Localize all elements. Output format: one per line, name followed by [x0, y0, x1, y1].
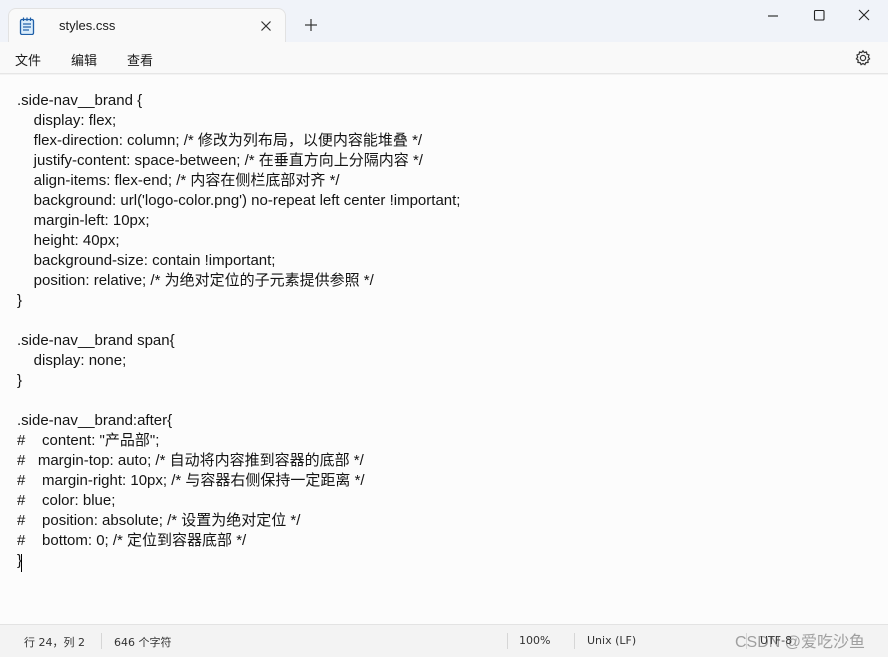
- close-window-button[interactable]: [842, 0, 888, 32]
- gear-icon[interactable]: [854, 49, 872, 67]
- code-line: # bottom: 0; /* 定位到容器底部 */: [17, 532, 247, 549]
- code-line: .side-nav__brand span{: [17, 332, 175, 349]
- watermark: CSDN @爱吃沙鱼: [735, 634, 866, 651]
- text-caret: [21, 554, 22, 572]
- code-line: # margin-right: 10px; /* 与容器右侧保持一定距离 */: [17, 472, 365, 489]
- code-line: # margin-top: auto; /* 自动将内容推到容器的底部 */: [17, 452, 364, 469]
- cursor-position: 行 24，列 2: [24, 636, 85, 649]
- title-bar: styles.css: [0, 0, 888, 42]
- code-line: # position: absolute; /* 设置为绝对定位 */: [17, 512, 301, 529]
- status-divider: [507, 633, 508, 649]
- menu-edit[interactable]: 编辑: [71, 50, 97, 69]
- code-line: justify-content: space-between; /* 在垂直方向…: [17, 152, 423, 169]
- new-tab-icon[interactable]: [303, 17, 319, 33]
- notepad-icon: [19, 17, 35, 39]
- code-line: .side-nav__brand {: [17, 92, 143, 109]
- code-line: display: none;: [17, 352, 127, 369]
- code-line: # content: "产品部";: [17, 432, 160, 449]
- code-line: display: flex;: [17, 112, 117, 129]
- minimize-button[interactable]: [750, 0, 796, 32]
- code-line: background: url('logo-color.png') no-rep…: [17, 192, 461, 209]
- character-count: 646 个字符: [114, 636, 172, 649]
- menu-file[interactable]: 文件: [15, 50, 41, 69]
- text-editor[interactable]: .side-nav__brand { display: flex; flex-d…: [0, 75, 888, 624]
- code-line: background-size: contain !important;: [17, 252, 276, 269]
- code-line: }: [17, 292, 23, 309]
- status-divider: [101, 633, 102, 649]
- tab-styles-css[interactable]: styles.css: [8, 8, 286, 42]
- tab-title: styles.css: [59, 18, 116, 33]
- maximize-button[interactable]: [796, 0, 842, 32]
- menu-view[interactable]: 查看: [127, 50, 153, 69]
- code-line: margin-left: 10px;: [17, 212, 150, 229]
- code-line: align-items: flex-end; /* 内容在侧栏底部对齐 */: [17, 172, 340, 189]
- status-divider: [574, 633, 575, 649]
- close-tab-icon[interactable]: [259, 18, 273, 32]
- code-line: }: [17, 372, 23, 389]
- code-line: # color: blue;: [17, 492, 116, 509]
- code-line: position: relative; /* 为绝对定位的子元素提供参照 */: [17, 272, 374, 289]
- zoom-level[interactable]: 100%: [519, 634, 550, 647]
- menu-bar: 文件 编辑 查看: [0, 42, 888, 74]
- code-line: .side-nav__brand:after{: [17, 412, 173, 429]
- line-ending[interactable]: Unix (LF): [587, 634, 636, 647]
- code-line: flex-direction: column; /* 修改为列布局，以便内容能堆…: [17, 132, 423, 149]
- code-line: height: 40px;: [17, 232, 120, 249]
